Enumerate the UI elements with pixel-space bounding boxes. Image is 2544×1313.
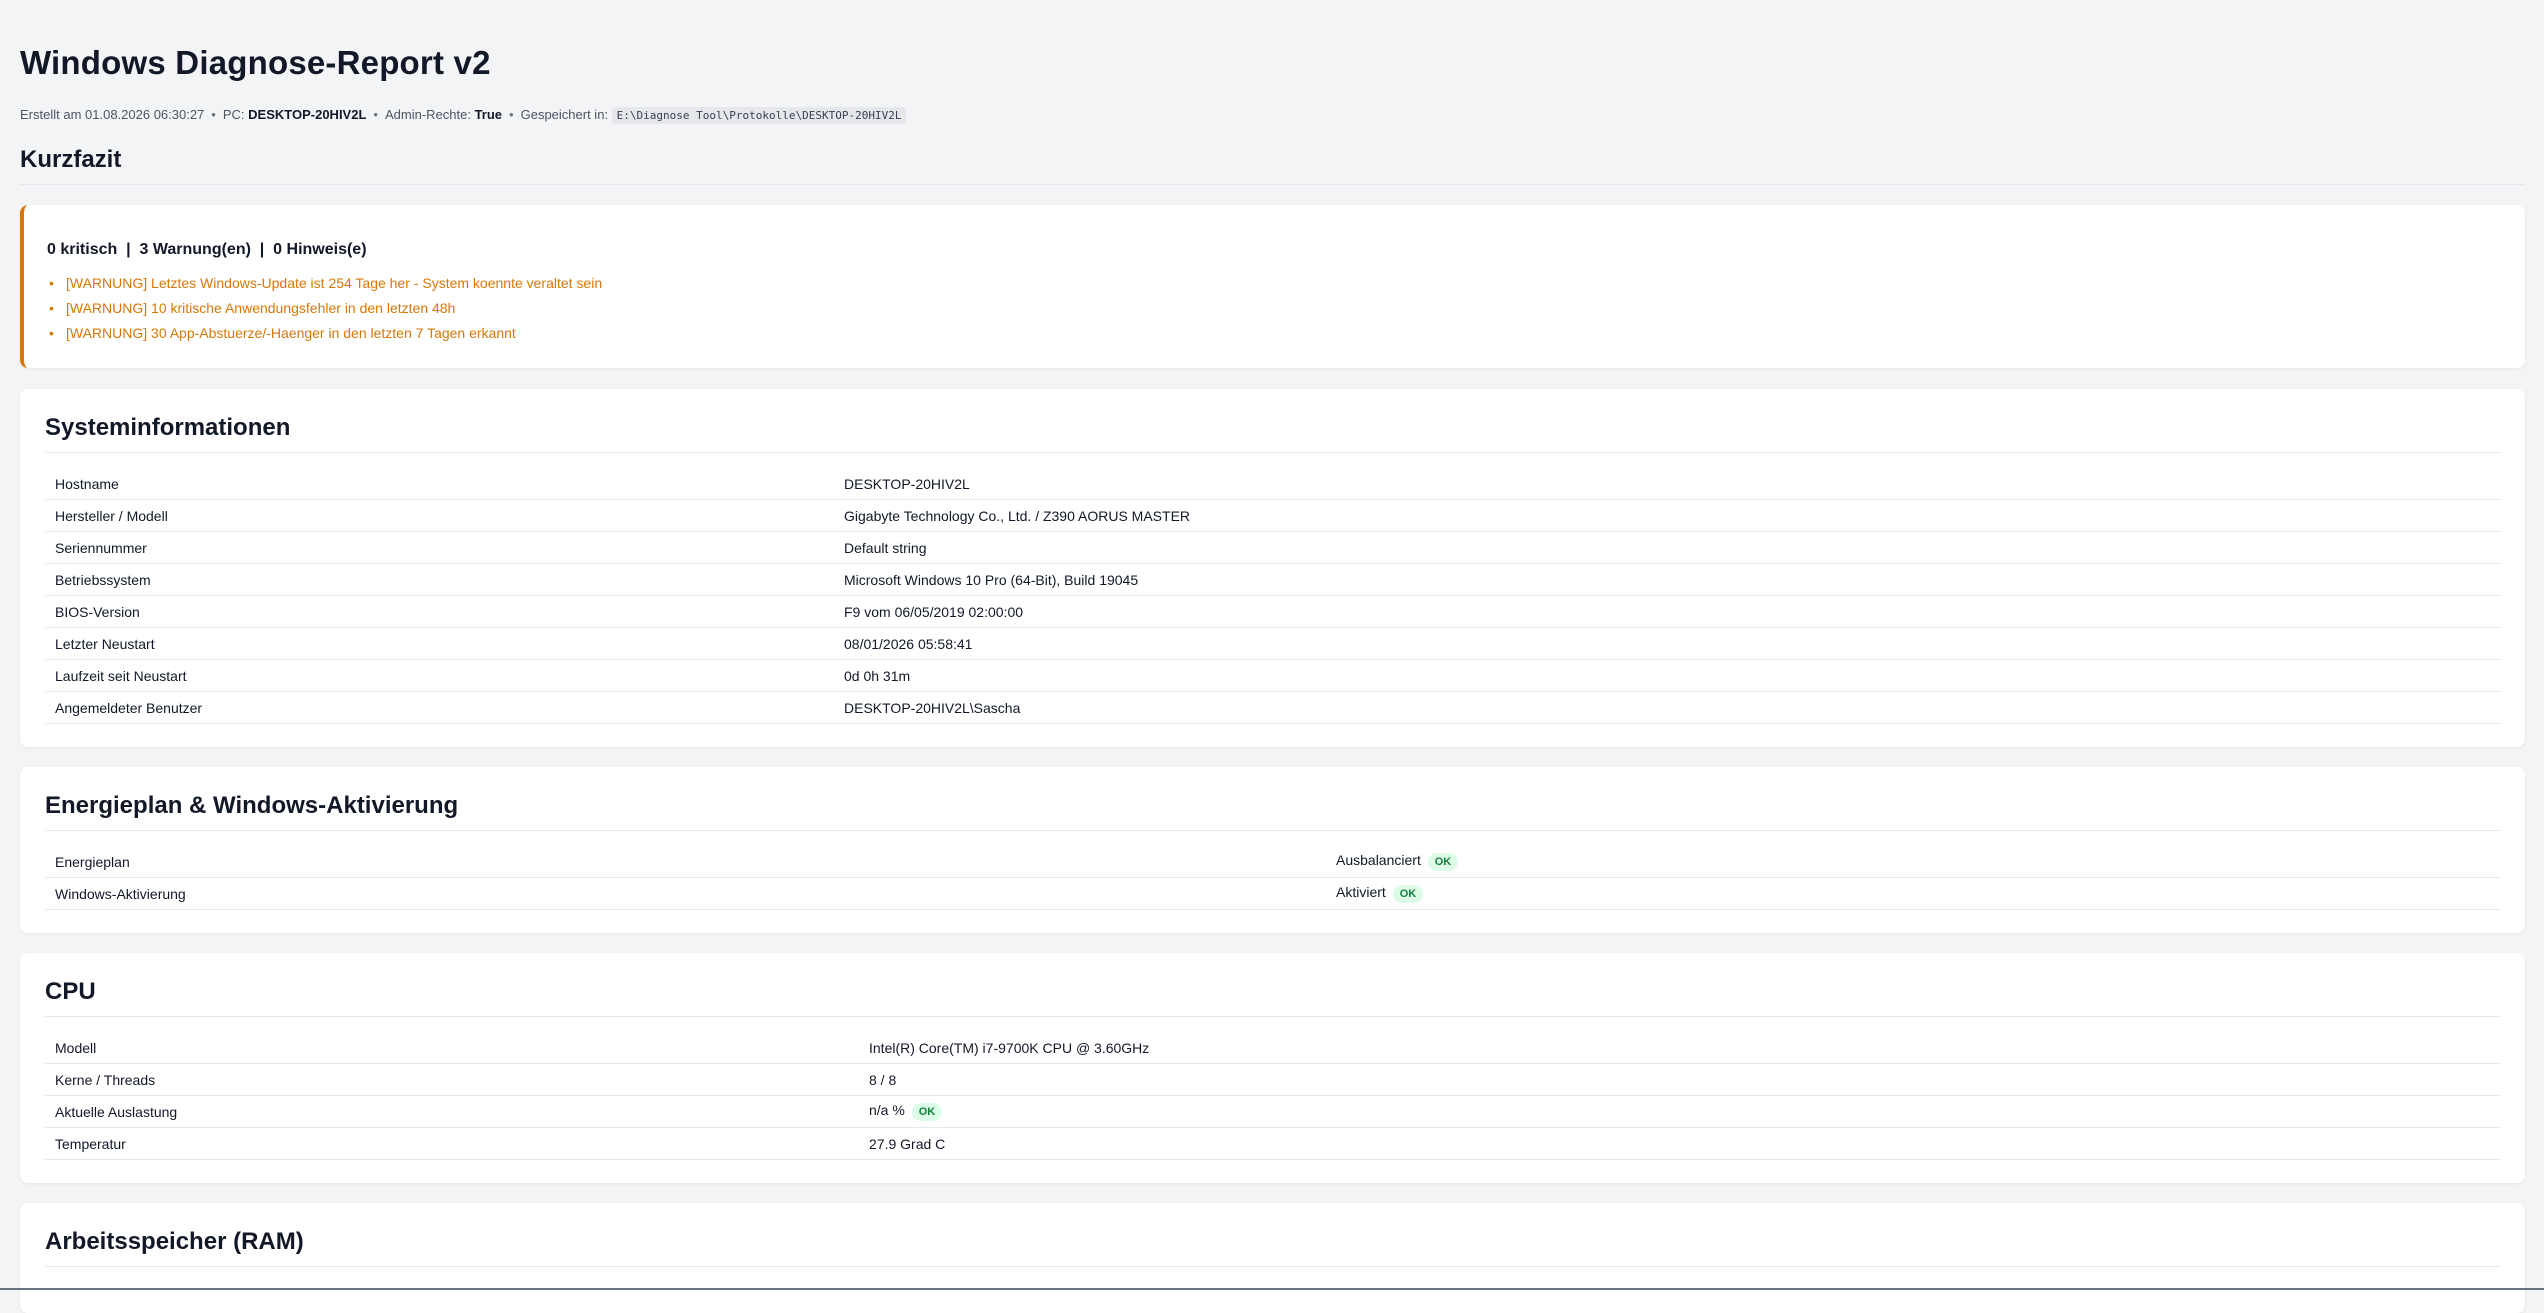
table-row: BIOS-Version F9 vom 06/05/2019 02:00:00 <box>45 595 2500 628</box>
warning-list: [WARNUNG] Letztes Windows-Update ist 254… <box>47 271 2525 346</box>
warning-item: [WARNUNG] Letztes Windows-Update ist 254… <box>47 271 2525 296</box>
cpu-card: CPU Modell Intel(R) Core(TM) i7-9700K CPU… <box>20 953 2525 1183</box>
row-value: DESKTOP-20HIV2L <box>834 468 2500 500</box>
ram-title: Arbeitsspeicher (RAM) <box>45 1228 2500 1267</box>
warning-item: [WARNUNG] 30 App-Abstuerze/-Haenger in d… <box>47 321 2525 346</box>
table-row: Seriennummer Default string <box>45 531 2500 564</box>
value-text: Aktiviert <box>1336 884 1386 901</box>
created-text: Erstellt am 01.08.2026 06:30:27 <box>20 107 205 122</box>
value-text: n/a % <box>869 1102 905 1119</box>
row-label: Angemeldeter Benutzer <box>45 691 834 724</box>
cpu-title: CPU <box>45 978 2500 1017</box>
energy-card: Energieplan & Windows-Aktivierung Energi… <box>20 767 2525 933</box>
row-value: 08/01/2026 05:58:41 <box>834 627 2500 660</box>
value-text: Ausbalanciert <box>1336 852 1421 869</box>
row-label: Laufzeit seit Neustart <box>45 659 834 692</box>
pc-value: DESKTOP-20HIV2L <box>248 107 367 122</box>
row-label: Aktuelle Auslastung <box>45 1095 859 1128</box>
report-meta: Erstellt am 01.08.2026 06:30:27 • PC: DESK… <box>20 107 907 124</box>
row-value: Gigabyte Technology Co., Ltd. / Z390 AOR… <box>834 499 2500 532</box>
table-row: Energieplan Ausbalanciert OK <box>45 846 2500 878</box>
table-row: Letzter Neustart 08/01/2026 05:58:41 <box>45 627 2500 660</box>
page-title: Windows Diagnose-Report v2 <box>20 44 491 81</box>
row-label: Betriebssystem <box>45 563 834 596</box>
table-row: Windows-Aktivierung Aktiviert OK <box>45 877 2500 910</box>
meta-separator: • <box>211 107 216 122</box>
table-row: Modell Intel(R) Core(TM) i7-9700K CPU @ 3… <box>45 1032 2500 1064</box>
table-row: Angemeldeter Benutzer DESKTOP-20HIV2L\Sas… <box>45 691 2500 724</box>
saved-path: E:\Diagnose Tool\Protokolle\DESKTOP-20HI… <box>611 107 907 124</box>
summary-card: 0 kritisch | 3 Warnung(en) | 0 Hinweis(e… <box>20 205 2525 368</box>
row-label: Modell <box>45 1032 859 1064</box>
table-row: Hostname DESKTOP-20HIV2L <box>45 468 2500 500</box>
row-label: BIOS-Version <box>45 595 834 628</box>
row-value: 0d 0h 31m <box>834 659 2500 692</box>
row-value: Intel(R) Core(TM) i7-9700K CPU @ 3.60GHz <box>859 1032 2500 1064</box>
summary-title: Kurzfazit <box>20 146 2525 185</box>
row-label: Hersteller / Modell <box>45 499 834 532</box>
row-value: Aktiviert OK <box>1326 877 2500 910</box>
table-row: Temperatur 27.9 Grad C <box>45 1127 2500 1160</box>
table-row: Hersteller / Modell Gigabyte Technology C… <box>45 499 2500 532</box>
row-label: Windows-Aktivierung <box>45 877 1326 910</box>
admin-value: True <box>474 107 503 122</box>
energy-table: Energieplan Ausbalanciert OK Windows-Akt… <box>45 846 2500 910</box>
row-value: DESKTOP-20HIV2L\Sascha <box>834 691 2500 724</box>
status-badge: OK <box>911 1102 943 1121</box>
table-row: Laufzeit seit Neustart 0d 0h 31m <box>45 659 2500 692</box>
row-label: Kerne / Threads <box>45 1063 859 1096</box>
system-table: Hostname DESKTOP-20HIV2L Hersteller / Mod… <box>45 468 2500 724</box>
row-value: F9 vom 06/05/2019 02:00:00 <box>834 595 2500 628</box>
warning-item: [WARNUNG] 10 kritische Anwendungsfehler … <box>47 296 2525 321</box>
row-label: Hostname <box>45 468 834 500</box>
row-value: 8 / 8 <box>859 1063 2500 1096</box>
table-row: Betriebssystem Microsoft Windows 10 Pro (… <box>45 563 2500 596</box>
row-value: Default string <box>834 531 2500 564</box>
status-badge: OK <box>1427 852 1459 871</box>
system-title: Systeminformationen <box>45 414 2500 453</box>
row-label: Energieplan <box>45 846 1326 878</box>
row-value: Ausbalanciert OK <box>1326 846 2500 878</box>
system-card: Systeminformationen Hostname DESKTOP-20HI… <box>20 389 2525 747</box>
row-value: 27.9 Grad C <box>859 1127 2500 1160</box>
table-row: Kerne / Threads 8 / 8 <box>45 1063 2500 1096</box>
row-label: Temperatur <box>45 1127 859 1160</box>
energy-title: Energieplan & Windows-Aktivierung <box>45 792 2500 831</box>
row-label: Seriennummer <box>45 531 834 564</box>
status-badge: OK <box>1392 884 1424 903</box>
cpu-table: Modell Intel(R) Core(TM) i7-9700K CPU @ 3… <box>45 1032 2500 1160</box>
pc-label: PC: <box>222 107 245 122</box>
summary-counts: 0 kritisch | 3 Warnung(en) | 0 Hinweis(e… <box>47 241 367 258</box>
row-label: Letzter Neustart <box>45 627 834 660</box>
row-value: Microsoft Windows 10 Pro (64-Bit), Build… <box>834 563 2500 596</box>
meta-separator: • <box>373 107 378 122</box>
admin-label: Admin-Rechte: <box>384 107 471 122</box>
meta-separator: • <box>509 107 514 122</box>
saved-label: Gespeichert in: <box>520 107 609 122</box>
ram-card: Arbeitsspeicher (RAM) <box>20 1203 2525 1313</box>
row-value: n/a % OK <box>859 1095 2500 1128</box>
table-row: Aktuelle Auslastung n/a % OK <box>45 1095 2500 1128</box>
